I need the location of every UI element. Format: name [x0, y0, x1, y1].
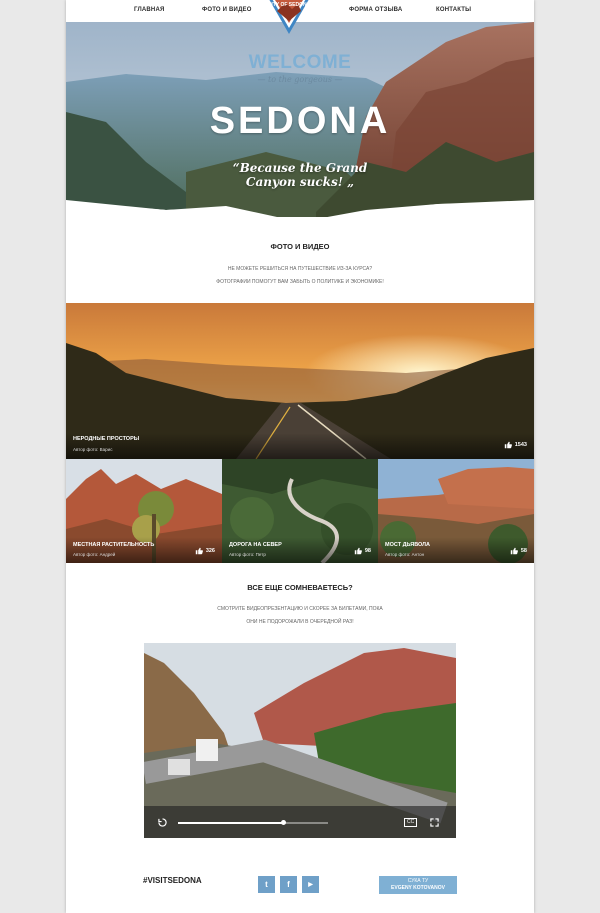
photos-section-title: ФОТО И ВИДЕО — [270, 242, 330, 251]
nav-feedback[interactable]: ФОРМА ОТЗЫВА — [349, 7, 402, 13]
photo-card-large[interactable]: НЕРОДНЫЕ ПРОСТОРЫ Автор фото: Варис 1543 — [66, 303, 534, 459]
hero-tagline: — to the gorgeous — — [257, 75, 343, 84]
thumbs-up-icon — [510, 547, 518, 555]
thumbs-up-icon — [354, 547, 362, 555]
captions-button[interactable]: CC — [404, 818, 418, 827]
youtube-icon: ▶ — [308, 882, 313, 888]
facebook-icon: f — [287, 880, 290, 889]
video-section-text-1: СМОТРИТЕ ВИДЕОПРЕЗЕНТАЦИЮ И СКОРЕЕ ЗА БИ… — [217, 606, 383, 612]
photo-card-small-3[interactable]: МОСТ ДЬЯВОЛА Автор фото: Антон 58 — [378, 459, 534, 563]
fullscreen-icon[interactable] — [430, 818, 439, 827]
nav-home[interactable]: ГЛАВНАЯ — [134, 7, 165, 13]
replay-icon[interactable] — [158, 818, 167, 827]
photo-card-small-1[interactable]: МЕСТНАЯ РАСТИТЕЛЬНОСТЬ Автор фото: Андре… — [66, 459, 222, 563]
photo-caption: МЕСТНАЯ РАСТИТЕЛЬНОСТЬ — [73, 542, 155, 548]
twitter-icon: t — [265, 880, 268, 889]
video-player[interactable]: CC — [144, 643, 456, 838]
photo-author: Автор фото: Варис — [73, 447, 113, 452]
like-button[interactable]: 98 — [354, 547, 371, 555]
nav-photo-video[interactable]: ФОТО И ВИДЕО — [202, 7, 252, 13]
nav-contacts[interactable]: КОНТАКТЫ — [436, 7, 471, 13]
progress-handle[interactable] — [281, 820, 286, 825]
progress-track[interactable] — [178, 820, 328, 825]
like-button[interactable]: 58 — [510, 547, 527, 555]
hero-welcome: WELCOME — [248, 52, 352, 73]
credit-button[interactable]: СУКА ТУ EVGENY KOTOVANOV — [379, 876, 457, 894]
hero-bottom-edge — [66, 200, 534, 230]
hero-quote-line2: Canyon sucks! „ — [245, 175, 355, 189]
badge-text: CITY OF SEDONA — [268, 2, 311, 8]
credit-line-1: СУКА ТУ — [407, 878, 429, 884]
photos-section-text-2: ФОТОГРАФИИ ПОМОГУТ ВАМ ЗАБЫТЬ О ПОЛИТИКЕ… — [216, 279, 384, 285]
like-count: 326 — [205, 548, 215, 554]
like-button[interactable]: 326 — [195, 547, 215, 555]
progress-fill — [178, 822, 283, 824]
photo-author: Автор фото: Андрей — [73, 552, 116, 557]
video-section-title: ВСЕ ЕЩЕ СОМНЕВАЕТЕСЬ? — [247, 583, 353, 592]
video-section-text-2: ОНИ НЕ ПОДОРОЖАЛИ В ОЧЕРЕДНОЙ РАЗ! — [246, 619, 354, 625]
youtube-button[interactable]: ▶ — [302, 876, 319, 893]
facebook-button[interactable]: f — [280, 876, 297, 893]
twitter-button[interactable]: t — [258, 876, 275, 893]
photo-author: Автор фото: Антон — [385, 552, 425, 557]
hero-quote-line1: “Because the Grand — [232, 161, 368, 175]
photo-caption: НЕРОДНЫЕ ПРОСТОРЫ — [73, 436, 140, 442]
like-count: 58 — [520, 548, 527, 554]
like-count: 98 — [364, 548, 371, 554]
hashtag: #VISITSEDONA — [143, 876, 202, 885]
like-button[interactable]: 1543 — [504, 441, 527, 449]
credit-line-2: EVGENY KOTOVANOV — [391, 885, 445, 891]
like-count: 1543 — [514, 442, 527, 448]
hero-title: SEDONA — [209, 100, 391, 142]
photos-section-text-1: НЕ МОЖЕТЕ РЕШИТЬСЯ НА ПУТЕШЕСТВИЕ ИЗ-ЗА … — [227, 266, 373, 272]
city-badge-logo[interactable]: CITY OF SEDONA — [262, 0, 316, 36]
video-controls: CC — [144, 806, 456, 838]
hero-banner: WELCOME — to the gorgeous — SEDONA “Beca… — [66, 22, 534, 217]
photo-caption: ДОРОГА НА СЕВЕР — [229, 542, 282, 548]
photo-caption: МОСТ ДЬЯВОЛА — [385, 542, 431, 548]
photo-card-small-2[interactable]: ДОРОГА НА СЕВЕР Автор фото: Петр 98 — [222, 459, 378, 563]
page: ГЛАВНАЯ ФОТО И ВИДЕО ФОРМА ОТЗЫВА КОНТАК… — [66, 0, 534, 913]
thumbs-up-icon — [195, 547, 203, 555]
thumbs-up-icon — [504, 441, 512, 449]
photo-author: Автор фото: Петр — [229, 552, 266, 557]
